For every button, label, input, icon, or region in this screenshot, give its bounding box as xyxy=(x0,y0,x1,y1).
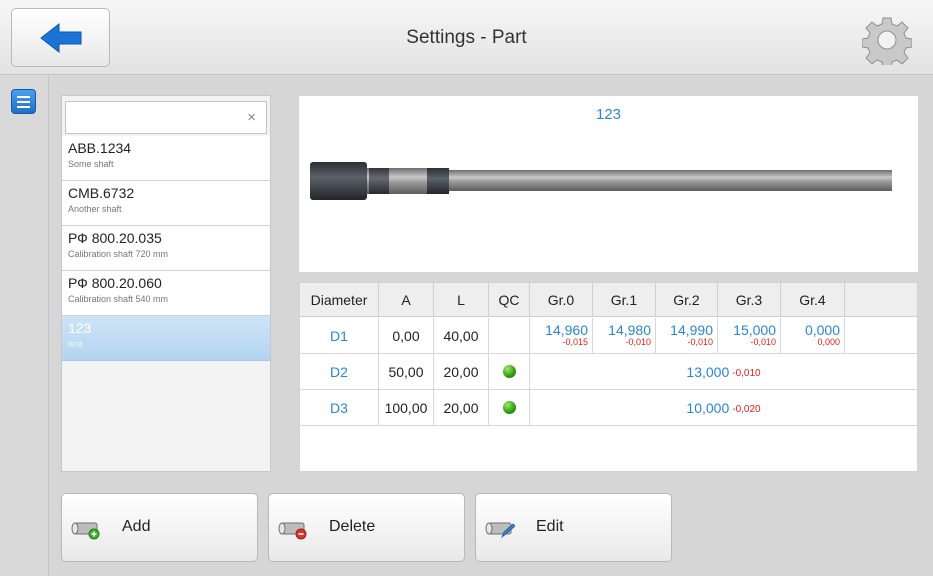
settings-button[interactable] xyxy=(861,15,913,69)
a-cell[interactable]: 100,00 xyxy=(379,390,434,426)
shaft-preview: 123 xyxy=(299,96,918,272)
delete-button-label: Delete xyxy=(329,518,376,535)
column-header: Gr.3 xyxy=(718,283,781,317)
shaft-section-d3 xyxy=(427,168,449,194)
column-header: Gr.4 xyxy=(781,283,845,317)
menu-button[interactable] xyxy=(11,89,36,114)
header-bar: Settings - Part xyxy=(0,0,933,75)
delete-shaft-icon xyxy=(278,522,307,540)
qc-cell[interactable] xyxy=(489,318,530,354)
part-name: РФ 800.20.035 xyxy=(68,230,162,246)
l-cell[interactable]: 20,00 xyxy=(434,354,489,390)
edit-button[interactable]: Edit xyxy=(475,493,672,562)
grade-value: 14,960 xyxy=(545,322,588,338)
a-cell[interactable]: 0,00 xyxy=(379,318,434,354)
grade-cell[interactable]: 14,990 -0,010 xyxy=(656,318,718,354)
grade-tolerance: -0,020 xyxy=(732,404,761,415)
diameter-cell[interactable]: D3 xyxy=(300,390,379,426)
grade-tolerance: -0,010 xyxy=(625,337,651,347)
part-name: РФ 800.20.060 xyxy=(68,275,162,291)
grade-value: 10,000 xyxy=(686,399,730,416)
part-name: CMB.6732 xyxy=(68,185,135,201)
search-box: × xyxy=(65,101,267,134)
part-description: Some shaft xyxy=(68,159,114,169)
edit-shaft-icon xyxy=(485,522,515,539)
qc-cell[interactable] xyxy=(489,390,530,426)
grade-cell[interactable]: 0,000 0,000 xyxy=(781,318,845,354)
add-button[interactable]: Add xyxy=(61,493,258,562)
list-item[interactable]: CMB.6732 Another shaft xyxy=(62,181,270,226)
parts-list-panel: × ABB.1234 Some shaft CMB.6732 Another s… xyxy=(61,95,271,472)
delete-button[interactable]: Delete xyxy=(268,493,465,562)
a-cell[interactable]: 50,00 xyxy=(379,354,434,390)
page-title: Settings - Part xyxy=(406,26,527,48)
edit-button-label: Edit xyxy=(536,518,564,535)
part-description: Calibration shaft 540 mm xyxy=(68,294,169,304)
grade-value: 13,000 xyxy=(686,363,730,380)
back-arrow-icon xyxy=(39,22,81,53)
qc-cell[interactable] xyxy=(489,354,530,390)
column-header: Gr.1 xyxy=(593,283,656,317)
column-header: Gr.0 xyxy=(530,283,593,317)
empty-cell xyxy=(845,318,917,354)
column-header: L xyxy=(434,283,489,317)
grade-cell[interactable]: 15,000 -0,010 xyxy=(718,318,781,354)
grade-tolerance: -0,010 xyxy=(732,368,761,379)
diameter-cell[interactable]: D2 xyxy=(300,354,379,390)
grade-cell[interactable]: 14,960 -0,015 xyxy=(530,318,593,354)
diameter-cell[interactable]: D1 xyxy=(300,318,379,354)
part-description: Another shaft xyxy=(68,204,122,214)
l-cell[interactable]: 20,00 xyxy=(434,390,489,426)
search-input[interactable] xyxy=(66,102,236,133)
grade-value: 15,000 xyxy=(733,322,776,338)
column-header: A xyxy=(379,283,434,317)
column-header-empty xyxy=(845,283,917,317)
column-header: QC xyxy=(489,283,530,317)
grade-tolerance: -0,010 xyxy=(750,337,776,347)
l-cell[interactable]: 40,00 xyxy=(434,318,489,354)
grade-value: 0,000 xyxy=(804,322,840,338)
column-header: Gr.2 xyxy=(656,283,718,317)
list-item[interactable]: РФ 800.20.060 Calibration shaft 540 mm xyxy=(62,271,270,316)
list-item-selected[interactable]: 123 test xyxy=(62,316,270,361)
part-description: test xyxy=(68,339,83,349)
list-item[interactable]: РФ 800.20.035 Calibration shaft 720 mm xyxy=(62,226,270,271)
menu-icon xyxy=(17,95,30,98)
merged-grade-cell[interactable]: 13,000 -0,010 xyxy=(530,354,917,390)
add-button-label: Add xyxy=(122,518,151,535)
grade-tolerance: -0,010 xyxy=(687,337,713,347)
list-item[interactable]: ABB.1234 Some shaft xyxy=(62,136,270,181)
grade-tolerance: 0,000 xyxy=(817,337,840,347)
dimensions-table: Diameter A L QC Gr.0 Gr.1 Gr.2 Gr.3 Gr.4… xyxy=(299,282,918,472)
add-shaft-icon xyxy=(71,522,100,540)
part-description: Calibration shaft 720 mm xyxy=(68,249,169,259)
merged-grade-cell[interactable]: 10,000 -0,020 xyxy=(530,390,917,426)
part-name: ABB.1234 xyxy=(68,140,132,156)
shaft-band xyxy=(369,168,389,194)
qc-ok-icon xyxy=(502,365,516,378)
shaft-section-d1 xyxy=(310,162,367,200)
back-button[interactable] xyxy=(11,8,110,67)
grade-cell[interactable]: 14,980 -0,010 xyxy=(593,318,656,354)
part-name: 123 xyxy=(68,320,92,336)
qc-ok-icon xyxy=(502,401,516,414)
grade-value: 14,980 xyxy=(608,322,651,338)
grade-tolerance: -0,015 xyxy=(562,337,588,347)
clear-search-icon[interactable]: × xyxy=(247,109,256,126)
gear-icon xyxy=(861,17,913,69)
grade-value: 14,990 xyxy=(670,322,713,338)
column-header: Diameter xyxy=(300,283,379,317)
shaft-drawing xyxy=(310,162,892,200)
